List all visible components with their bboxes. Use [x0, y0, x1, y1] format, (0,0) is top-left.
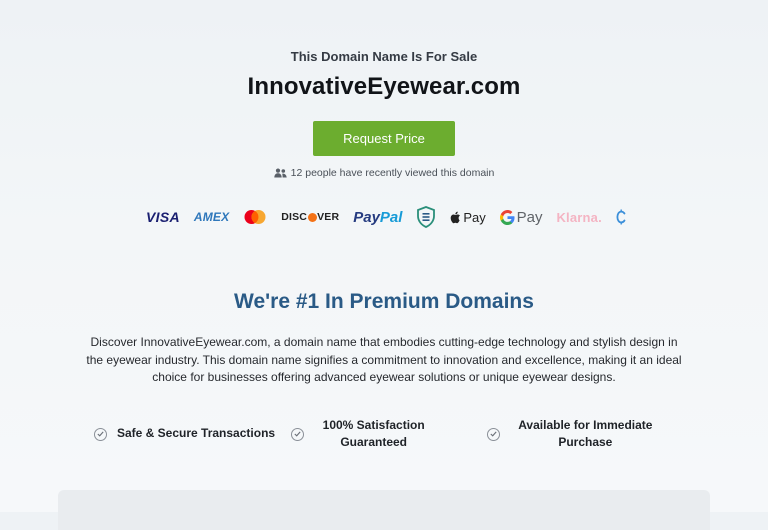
feature-label: 100% Satisfaction Guaranteed [322, 417, 425, 450]
feature-list: Safe & Secure Transactions 100% Satisfac… [84, 414, 684, 454]
check-circle-icon [94, 427, 107, 441]
apple-icon [450, 211, 461, 224]
discover-right: VER [317, 211, 340, 223]
paypal-logo: Pay Pal [353, 209, 402, 226]
request-price-button[interactable]: Request Price [313, 121, 455, 156]
check-circle-icon [487, 427, 501, 441]
mastercard-icon [243, 209, 267, 225]
google-g-icon [499, 209, 515, 225]
payment-methods: VISA AMEX DISC VER Pay Pal Pay Pay Klarn… [146, 205, 626, 229]
escrow-shield-icon [416, 206, 436, 228]
recent-viewers: 12 people have recently viewed this doma… [0, 167, 768, 179]
users-icon [273, 168, 287, 178]
feature-label: Available for Immediate Purchase [518, 417, 653, 450]
paypal-pay: Pay [353, 208, 380, 226]
feature-item-available: Available for Immediate Purchase [487, 417, 684, 452]
crypto-icon [616, 209, 626, 225]
discover-o-icon [307, 212, 317, 222]
domain-name-title: InnovativeEyewear.com [247, 73, 521, 100]
domain-description: Discover InnovativeEyewear.com, a domain… [86, 335, 682, 384]
check-circle-icon [290, 427, 304, 441]
premium-domains-heading: We're #1 In Premium Domains [234, 290, 534, 313]
feature-item-satisfaction: 100% Satisfaction Guaranteed [290, 417, 488, 452]
apple-pay-logo: Pay [450, 209, 486, 225]
google-pay-logo: Pay [499, 208, 543, 226]
feature-item-secure: Safe & Secure Transactions [84, 425, 291, 443]
google-pay-text: Pay [516, 208, 543, 226]
discover-left: DISC [281, 211, 308, 223]
discover-logo: DISC VER [281, 211, 339, 223]
apple-pay-text: Pay [463, 209, 486, 225]
feature-label: Safe & Secure Transactions [117, 426, 276, 441]
bottom-panel [58, 490, 710, 530]
klarna-logo: Klarna. [556, 209, 602, 225]
for-sale-eyebrow: This Domain Name Is For Sale [290, 49, 478, 64]
viewers-text: 12 people have recently viewed this doma… [290, 167, 495, 179]
amex-logo: AMEX [193, 210, 230, 224]
paypal-pal: Pal [379, 208, 403, 226]
visa-logo: VISA [146, 209, 180, 225]
